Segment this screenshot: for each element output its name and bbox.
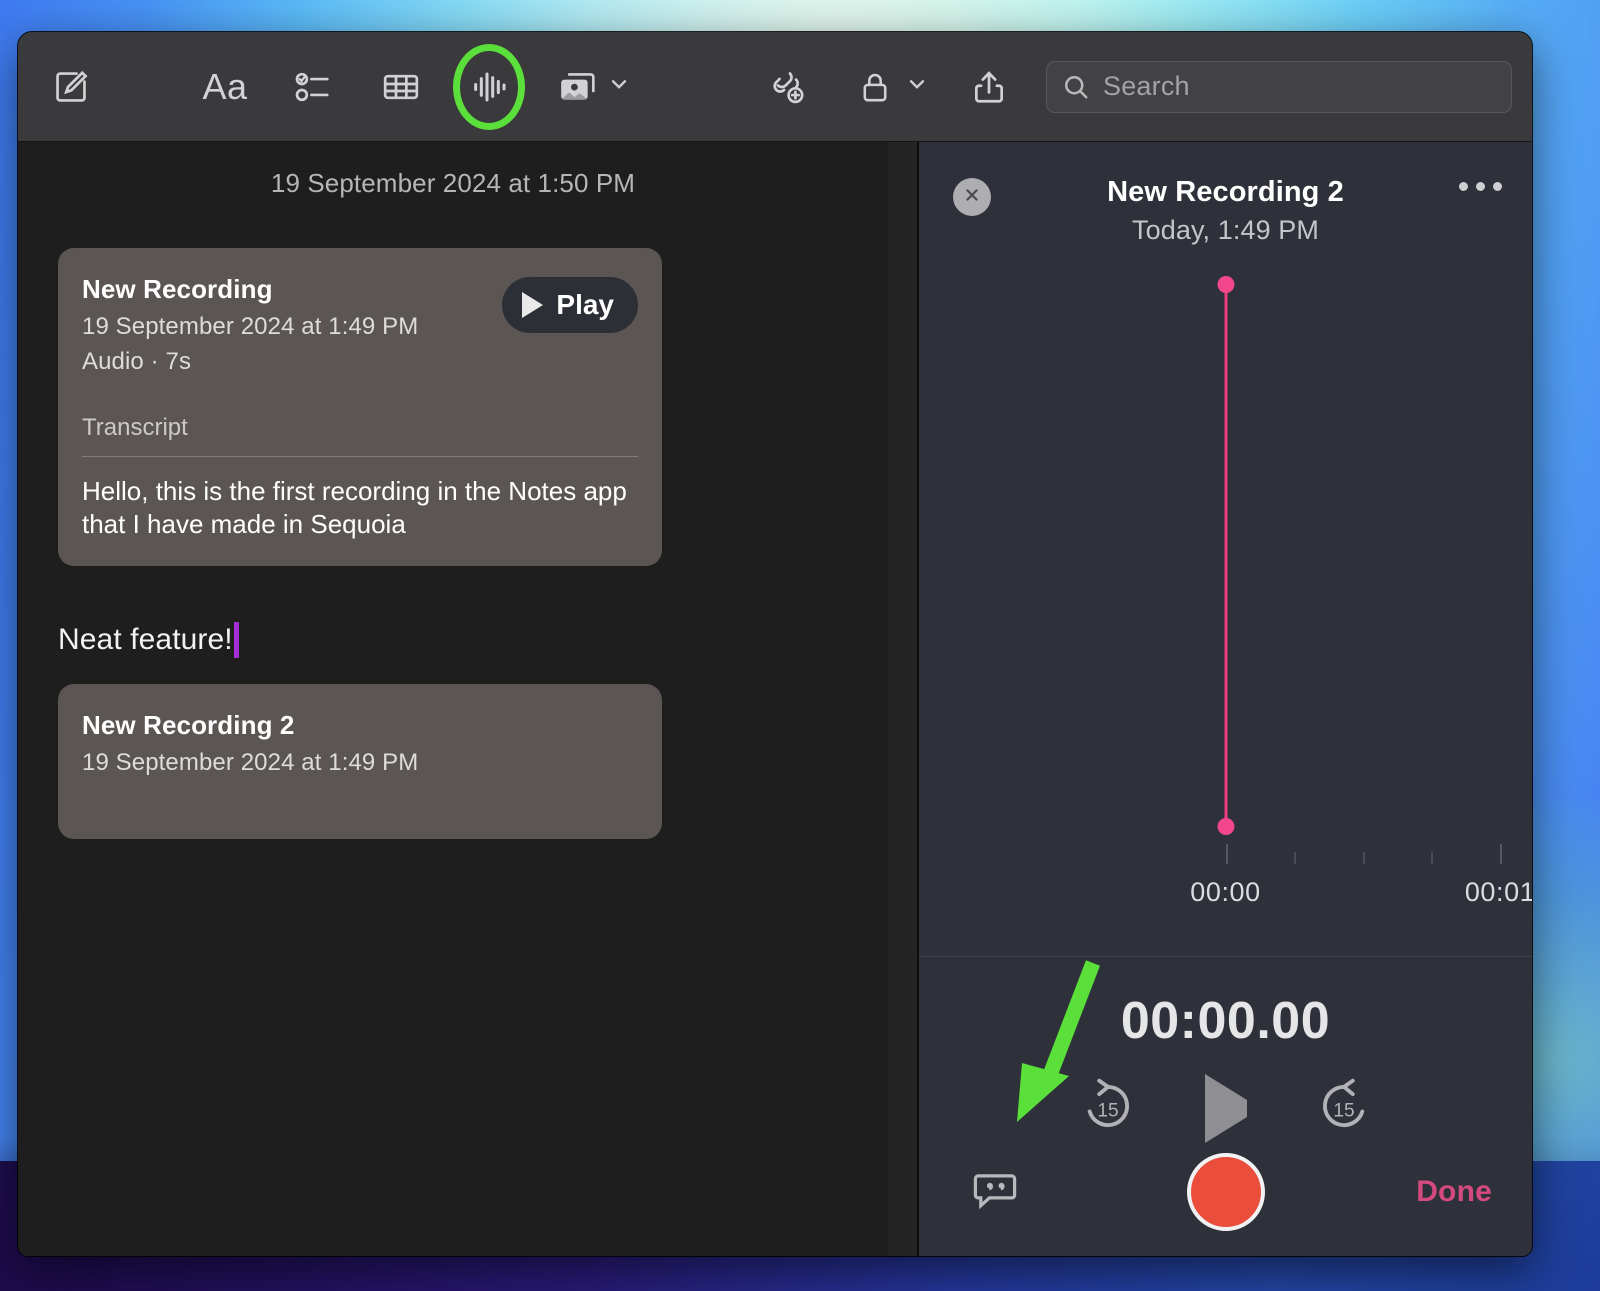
- audio-waveform-icon: [469, 67, 509, 107]
- timeline-labels: 00:00 00:01: [919, 872, 1532, 908]
- recording-card[interactable]: New Recording 19 September 2024 at 1:49 …: [58, 248, 662, 566]
- play-button[interactable]: Play: [502, 277, 638, 333]
- playhead-top-handle[interactable]: [1217, 276, 1234, 293]
- lock-icon: [857, 69, 893, 105]
- more-options-button[interactable]: [1459, 182, 1502, 191]
- add-collaborator-icon: [766, 66, 808, 108]
- timeline-tick: [1225, 844, 1228, 864]
- timeline-tick: [1500, 844, 1503, 864]
- done-button[interactable]: Done: [1416, 1175, 1492, 1209]
- note-scrollbar[interactable]: [888, 142, 918, 1256]
- checklist-icon: [294, 68, 332, 106]
- lock-chevron-button[interactable]: [904, 73, 930, 100]
- playback-controls: 00:00.00 15 15 Done: [919, 956, 1532, 1256]
- share-icon: [970, 68, 1008, 106]
- timeline-tick: [1362, 852, 1365, 864]
- recording-title: New Recording 2: [82, 709, 295, 740]
- recording-meta: Audio · 7s: [82, 348, 192, 375]
- close-button[interactable]: [953, 178, 991, 216]
- recording-timestamp: 19 September 2024 at 1:49 PM: [82, 748, 419, 776]
- note-content: New Recording 19 September 2024 at 1:49 …: [18, 248, 888, 839]
- svg-text:15: 15: [1333, 1101, 1354, 1122]
- chevron-down-icon: [906, 73, 928, 100]
- format-button[interactable]: Aa: [196, 58, 254, 116]
- panel-titles: New Recording 2 Today, 1:49 PM: [1107, 176, 1344, 246]
- timeline-tick: [1431, 852, 1434, 864]
- timeline-label: 00:00: [1190, 877, 1261, 907]
- transcript-label: Transcript: [82, 414, 188, 441]
- lock-button[interactable]: [846, 58, 904, 116]
- play-button-label: Play: [556, 289, 614, 320]
- svg-text:15: 15: [1097, 1101, 1118, 1122]
- share-button[interactable]: [960, 58, 1018, 116]
- playhead-line[interactable]: [1224, 282, 1227, 828]
- audio-recording-panel: New Recording 2 Today, 1:49 PM 00:00 00:0…: [918, 142, 1532, 1256]
- add-collaborator-button[interactable]: [758, 58, 816, 116]
- close-icon: [962, 185, 982, 210]
- panel-subtitle: Today, 1:49 PM: [1132, 215, 1319, 245]
- window-body: 19 September 2024 at 1:50 PM New Recordi…: [18, 142, 1532, 1256]
- chevron-down-icon: [608, 73, 630, 100]
- table-icon: [381, 67, 421, 107]
- note-body-text: Neat feature!: [58, 622, 233, 656]
- panel-title: New Recording 2: [1107, 176, 1344, 208]
- transcript-text: Hello, this is the first recording in th…: [82, 476, 627, 540]
- checklist-button[interactable]: [284, 58, 342, 116]
- media-button[interactable]: [548, 58, 606, 116]
- timeline-label: 00:01: [1464, 877, 1532, 907]
- new-note-button[interactable]: [42, 58, 100, 116]
- record-button[interactable]: [1186, 1153, 1265, 1231]
- playhead-bottom-handle[interactable]: [1217, 818, 1234, 835]
- transcript-quote-button[interactable]: [971, 1166, 1019, 1219]
- note-date-header: 19 September 2024 at 1:50 PM: [270, 168, 636, 198]
- media-chevron-button[interactable]: [606, 73, 632, 100]
- play-button[interactable]: [1204, 1073, 1247, 1143]
- search-placeholder: Search: [1103, 71, 1190, 101]
- note-body-line[interactable]: Neat feature!: [58, 621, 888, 658]
- search-icon: [1061, 72, 1091, 102]
- elapsed-timer: 00:00.00: [1120, 992, 1331, 1050]
- format-text-label: Aa: [202, 65, 248, 107]
- search-input[interactable]: Search: [1046, 60, 1512, 113]
- recording-card[interactable]: New Recording 2 19 September 2024 at 1:4…: [58, 683, 662, 839]
- compose-icon: [52, 68, 90, 106]
- panel-header: New Recording 2 Today, 1:49 PM: [919, 142, 1532, 246]
- audio-recording-button[interactable]: [453, 43, 525, 130]
- panel-bottom-row: Done: [919, 1128, 1532, 1256]
- timeline-ruler: [919, 836, 1532, 864]
- toolbar: Aa Search: [18, 32, 1532, 142]
- note-editor-pane[interactable]: 19 September 2024 at 1:50 PM New Recordi…: [18, 142, 918, 1256]
- transcript-divider: [82, 456, 638, 457]
- text-cursor: [233, 621, 239, 658]
- media-icon: [556, 66, 598, 108]
- timeline-tick: [1294, 852, 1297, 864]
- ellipsis-icon: [1459, 182, 1502, 191]
- table-button[interactable]: [372, 58, 430, 116]
- play-icon: [522, 292, 544, 318]
- transcript-quote-icon: [971, 1166, 1019, 1219]
- waveform-region[interactable]: 00:00 00:01: [919, 246, 1532, 956]
- notes-app-window: Aa Search 19 September 2024 at 1:50 PM N…: [18, 32, 1532, 1256]
